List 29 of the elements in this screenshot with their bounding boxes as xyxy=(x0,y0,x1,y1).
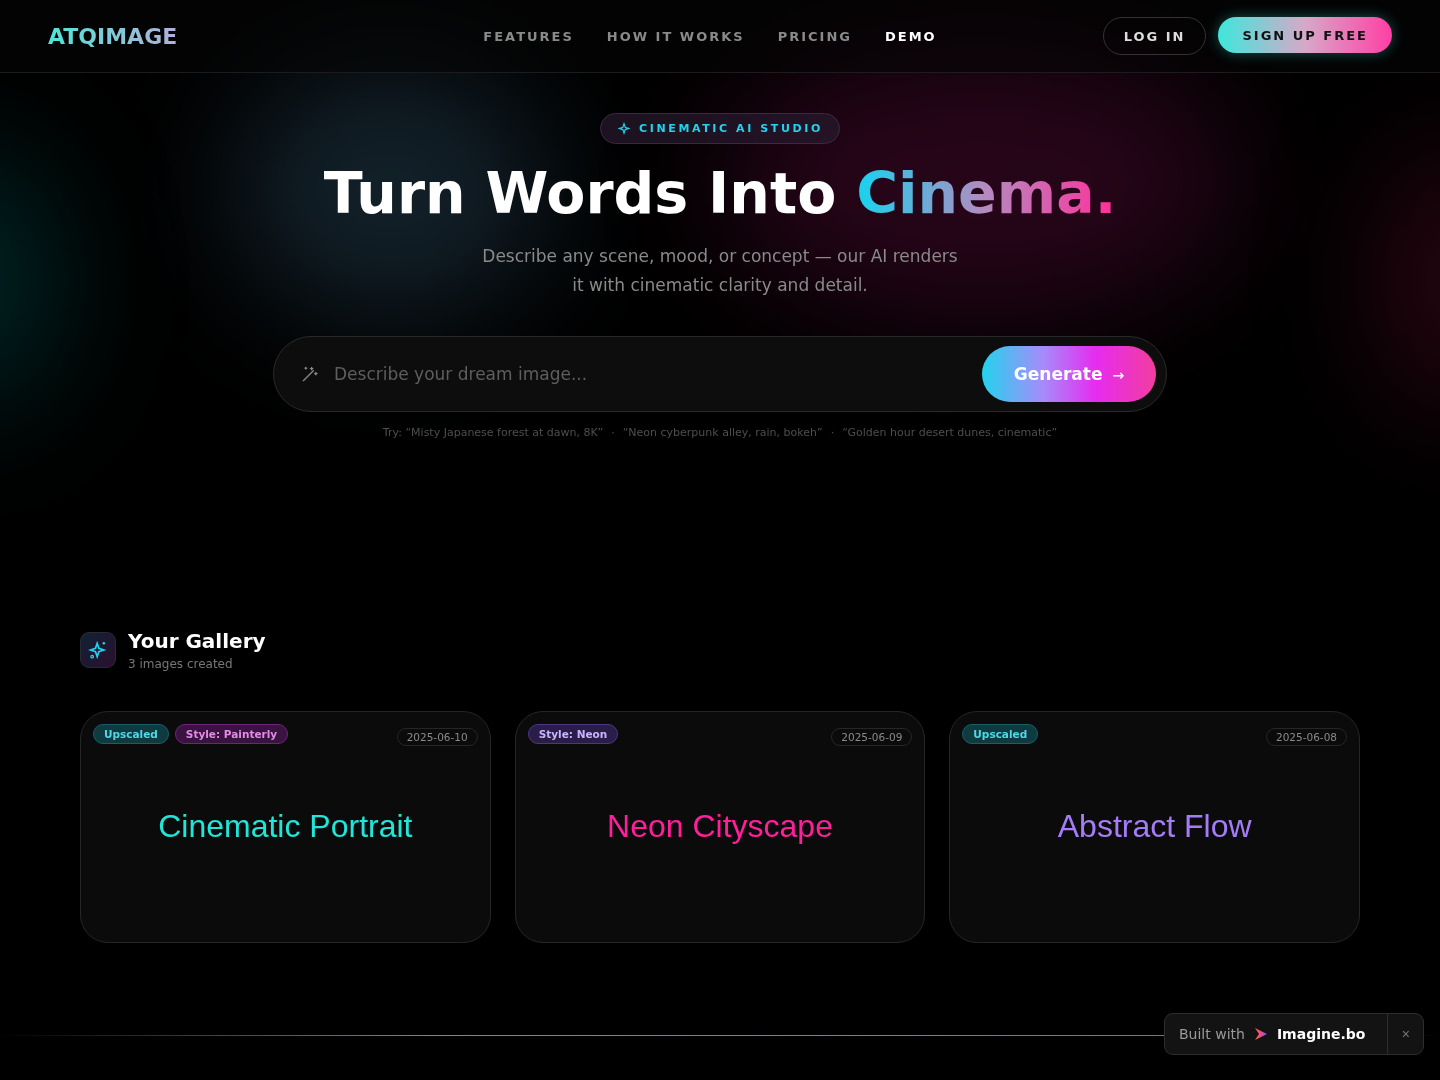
nav-link[interactable]: DEMO xyxy=(885,28,937,44)
hero-subtitle: Describe any scene, mood, or concept — our AI renders it with cinematic clarity and detail. xyxy=(482,245,958,297)
sparkle-icon xyxy=(617,121,632,136)
tag: Upscaled xyxy=(962,724,1039,744)
badge-text: CINEMATIC AI STUDIO xyxy=(639,122,823,135)
gallery-card[interactable]: Style: Neon 2025-06-09 Neon Cityscape xyxy=(514,711,926,943)
tag: Style: Neon xyxy=(527,724,619,744)
card-title: Neon Cityscape xyxy=(606,808,834,845)
card-title: Cinematic Portrait xyxy=(157,808,414,845)
nav-link[interactable]: PRICING xyxy=(777,28,852,44)
gallery-count: 3 images created xyxy=(128,657,234,671)
separator-dot: · xyxy=(611,426,615,439)
gallery-card[interactable]: Upscaled Style: Painterly 2025-06-10 Cinematic Portrait xyxy=(80,711,491,943)
separator-dot: · xyxy=(830,426,835,439)
tag: Upscaled xyxy=(93,724,169,744)
nav-link[interactable]: HOW IT WORKS xyxy=(606,28,745,44)
card-title: Abstract Flow xyxy=(1056,808,1253,845)
magic-wand-icon xyxy=(300,364,320,384)
hero-title: Turn Words Into Cinema. xyxy=(323,159,1117,228)
arrow-logo-icon xyxy=(1252,1026,1269,1042)
nav-link[interactable]: FEATURES xyxy=(483,28,574,44)
signup-button[interactable]: SIGN UP FREE xyxy=(1218,17,1392,53)
sparkle-icon xyxy=(80,632,116,668)
close-button[interactable]: × xyxy=(1387,1014,1424,1054)
gallery-title: Your Gallery xyxy=(128,629,266,653)
brand-name[interactable]: Imagine.bo xyxy=(1276,1026,1366,1042)
gallery-card[interactable]: Upscaled 2025-06-08 Abstract Flow xyxy=(949,711,1360,943)
tag: Style: Painterly xyxy=(174,724,289,744)
built-with-label: Built with xyxy=(1179,1026,1245,1042)
